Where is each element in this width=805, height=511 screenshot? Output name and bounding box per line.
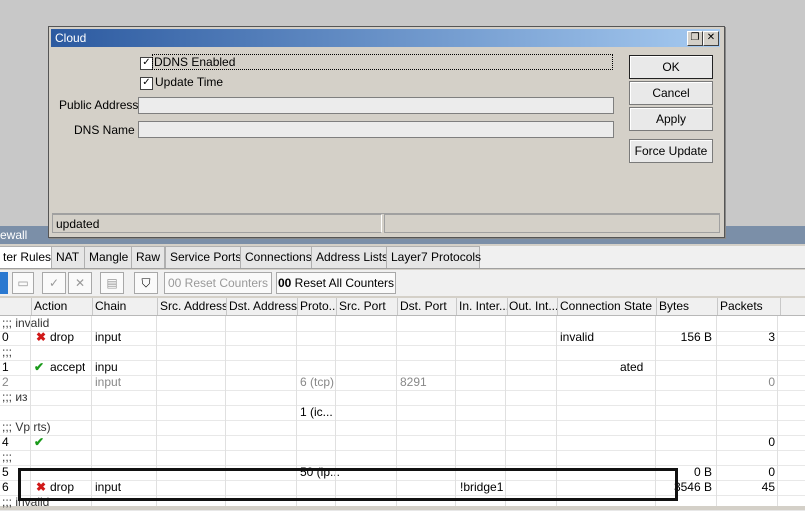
- status-text: updated: [52, 214, 382, 233]
- filter-icon[interactable]: ⛉: [134, 272, 158, 294]
- row-connection-state: ated: [620, 360, 644, 374]
- table-row[interactable]: 4 ✔ 0: [0, 435, 805, 451]
- row-number: 1: [2, 360, 9, 374]
- table-row[interactable]: 0 ✖ drop input invalid 156 B 3: [0, 330, 805, 346]
- row-chain: inpu: [95, 360, 118, 374]
- tab-service-ports[interactable]: Service Ports: [165, 246, 243, 268]
- restore-icon[interactable]: ❐: [687, 31, 703, 46]
- row-number: 5: [2, 465, 9, 479]
- ok-button[interactable]: OK: [629, 55, 713, 79]
- tab-mangle[interactable]: Mangle: [84, 246, 132, 268]
- tab-connections[interactable]: Connections: [240, 246, 312, 268]
- cancel-button[interactable]: Cancel: [629, 81, 713, 105]
- col-action[interactable]: Action: [31, 298, 93, 315]
- dialog-title-bar[interactable]: Cloud ❐ ✕: [51, 29, 720, 47]
- row-number: 6: [2, 480, 9, 494]
- row-number: 4: [2, 435, 9, 449]
- accept-icon: ✔: [34, 360, 45, 374]
- highlight-annotation-box: [18, 468, 678, 501]
- row-comment: ;;; из: [2, 390, 28, 404]
- table-row-comment[interactable]: ;;; Vp rts): [0, 420, 805, 436]
- col-out-interface[interactable]: Out. Int...: [506, 298, 558, 315]
- tab-layer7-protocols[interactable]: Layer7 Protocols: [386, 246, 481, 268]
- table-row[interactable]: 1 (ic...: [0, 405, 805, 421]
- row-comment: ;;; invalid: [2, 316, 50, 330]
- cloud-dialog: Cloud ❐ ✕ ✓ DDNS Enabled ✓ Update Time P…: [48, 26, 725, 238]
- col-in-interface[interactable]: In. Inter...: [456, 298, 508, 315]
- col-protocol[interactable]: Proto...: [297, 298, 337, 315]
- row-protocol: 1 (ic...: [300, 405, 333, 419]
- row-action: accept: [50, 360, 86, 374]
- row-action: drop: [50, 330, 75, 344]
- table-row-comment[interactable]: ;;; из: [0, 390, 805, 406]
- col-num[interactable]: [0, 298, 32, 315]
- reset-counters-button[interactable]: 00 Reset Counters: [164, 272, 272, 294]
- row-packets: 0: [768, 375, 775, 389]
- accept-icon: ✔: [34, 435, 45, 449]
- row-packets: 0: [768, 465, 775, 479]
- reset-all-counters-button[interactable]: 00 Reset All Counters: [276, 272, 396, 294]
- dns-name-label: DNS Name: [74, 123, 135, 137]
- col-src-address[interactable]: Src. Address: [157, 298, 227, 315]
- table-row[interactable]: 1 ✔ accept inpu ated: [0, 360, 805, 376]
- rules-table-header: Action Chain Src. Address Dst. Address P…: [0, 298, 805, 316]
- col-dst-port[interactable]: Dst. Port: [397, 298, 457, 315]
- row-number: 0: [2, 330, 9, 344]
- row-chain: input: [95, 330, 122, 344]
- col-connection-state[interactable]: Connection State: [557, 298, 657, 315]
- counter-icon: 00: [277, 276, 292, 290]
- row-dst-port: 8291: [400, 375, 427, 389]
- row-number: 2: [2, 375, 9, 389]
- row-comment: ;;; Vp rts): [2, 420, 51, 434]
- row-packets: 45: [761, 480, 775, 494]
- row-packets: 3: [768, 330, 775, 344]
- update-time-checkbox[interactable]: ✓: [140, 77, 153, 90]
- remove-icon[interactable]: ▭: [12, 272, 34, 294]
- dns-name-field[interactable]: [138, 121, 614, 138]
- disable-icon[interactable]: ✕: [68, 272, 92, 294]
- tab-raw[interactable]: Raw: [131, 246, 165, 268]
- counter-icon: 00: [167, 276, 182, 290]
- tab-nat[interactable]: NAT: [51, 246, 85, 268]
- row-comment: ;;;: [2, 450, 13, 464]
- close-icon[interactable]: ✕: [703, 31, 719, 46]
- table-row-comment[interactable]: ;;;: [0, 450, 805, 466]
- ddns-enabled-checkbox[interactable]: ✓: [140, 57, 153, 70]
- col-chain[interactable]: Chain: [92, 298, 158, 315]
- ddns-enabled-label[interactable]: DDNS Enabled: [152, 54, 613, 70]
- firewall-toolbar: ▭ ✓ ✕ ▤ ⛉ 00 Reset Counters 00 Reset All…: [0, 270, 805, 296]
- status-panel: [384, 214, 720, 233]
- update-time-label: Update Time: [155, 75, 224, 89]
- col-bytes[interactable]: Bytes: [656, 298, 718, 315]
- dialog-status-bar: updated: [52, 213, 720, 234]
- public-address-label: Public Address:: [59, 98, 142, 112]
- col-dst-address[interactable]: Dst. Address: [226, 298, 298, 315]
- force-update-button[interactable]: Force Update: [629, 139, 713, 163]
- add-button[interactable]: [0, 272, 8, 294]
- col-src-port[interactable]: Src. Port: [336, 298, 398, 315]
- comment-icon[interactable]: ▤: [100, 272, 124, 294]
- table-row[interactable]: 2 input 6 (tcp) 8291 0: [0, 375, 805, 391]
- apply-button[interactable]: Apply: [629, 107, 713, 131]
- col-packets[interactable]: Packets: [717, 298, 781, 315]
- row-bytes: 156 B: [680, 330, 712, 344]
- enable-icon[interactable]: ✓: [42, 272, 66, 294]
- row-chain: input: [95, 375, 122, 389]
- row-packets: 0: [768, 435, 775, 449]
- tab-filter-rules[interactable]: ter Rules: [0, 246, 52, 268]
- row-protocol: 6 (tcp): [300, 375, 335, 389]
- public-address-field[interactable]: [138, 97, 614, 114]
- firewall-tabs: ter Rules NAT Mangle Raw Service Ports C…: [0, 246, 805, 269]
- table-row-comment[interactable]: ;;;: [0, 345, 805, 361]
- drop-icon: ✖: [36, 330, 47, 344]
- row-connection-state: invalid: [560, 330, 595, 344]
- row-comment: ;;;: [2, 345, 13, 359]
- tab-address-lists[interactable]: Address Lists: [311, 246, 389, 268]
- dialog-title: Cloud: [55, 31, 87, 45]
